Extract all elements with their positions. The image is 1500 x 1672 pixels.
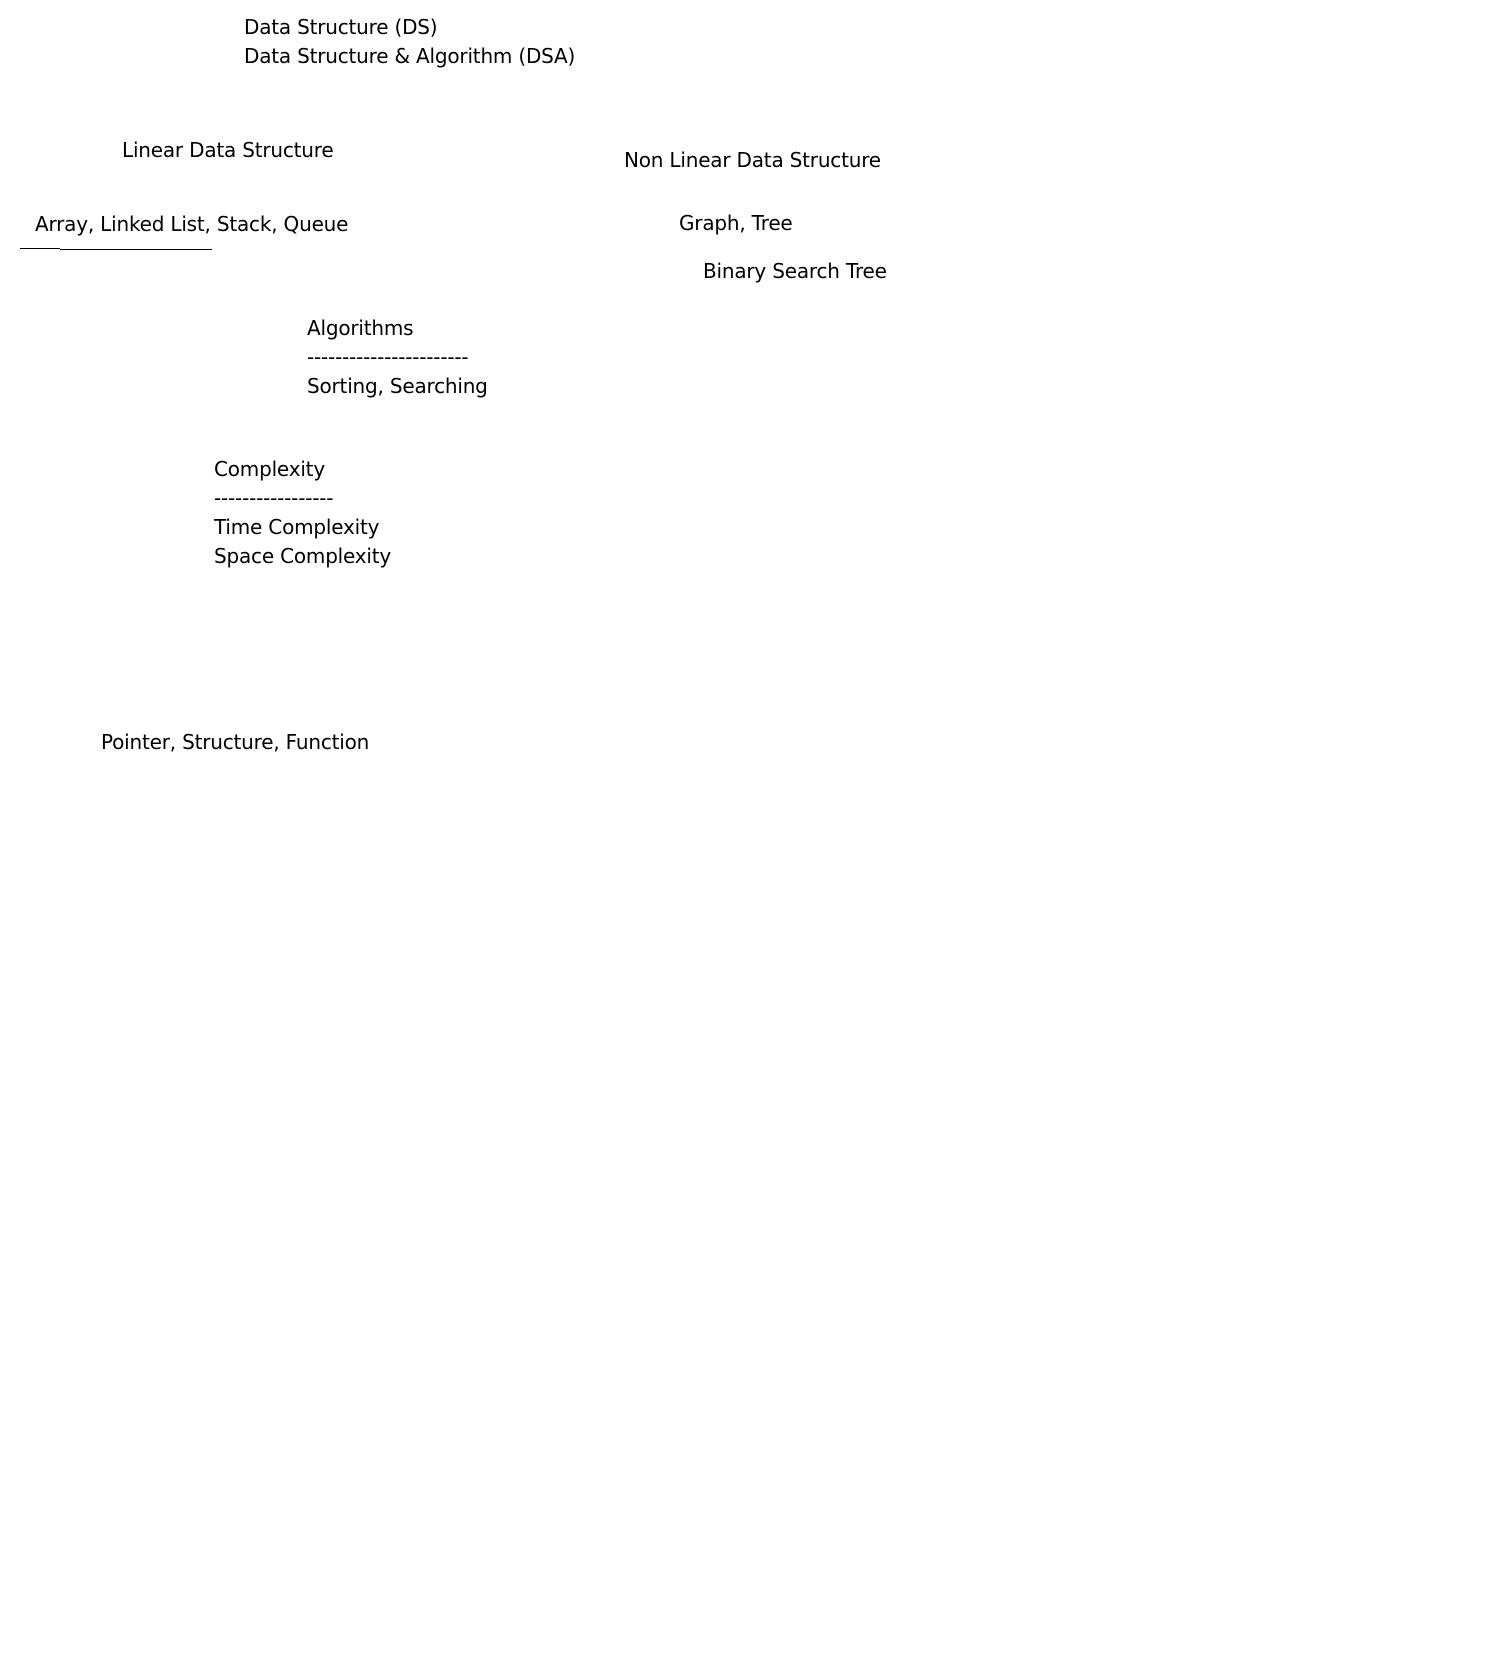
title-dsa: Data Structure & Algorithm (DSA) bbox=[244, 44, 576, 68]
time-complexity: Time Complexity bbox=[214, 515, 380, 539]
algorithms-heading: Algorithms bbox=[307, 316, 414, 340]
prerequisites-text: Pointer, Structure, Function bbox=[101, 730, 370, 754]
algorithms-items: Sorting, Searching bbox=[307, 374, 488, 398]
algorithms-divider: ----------------------- bbox=[307, 345, 469, 369]
non-linear-heading: Non Linear Data Structure bbox=[624, 148, 881, 172]
complexity-divider: ----------------- bbox=[214, 486, 334, 510]
linear-heading: Linear Data Structure bbox=[122, 138, 334, 162]
space-complexity: Space Complexity bbox=[214, 544, 392, 568]
underline-long bbox=[60, 249, 212, 250]
underline-short bbox=[20, 248, 60, 249]
non-linear-sub-example: Binary Search Tree bbox=[703, 259, 887, 283]
non-linear-examples: Graph, Tree bbox=[679, 211, 793, 235]
linear-examples: Array, Linked List, Stack, Queue bbox=[35, 212, 349, 236]
complexity-heading: Complexity bbox=[214, 457, 325, 481]
title-ds: Data Structure (DS) bbox=[244, 15, 438, 39]
